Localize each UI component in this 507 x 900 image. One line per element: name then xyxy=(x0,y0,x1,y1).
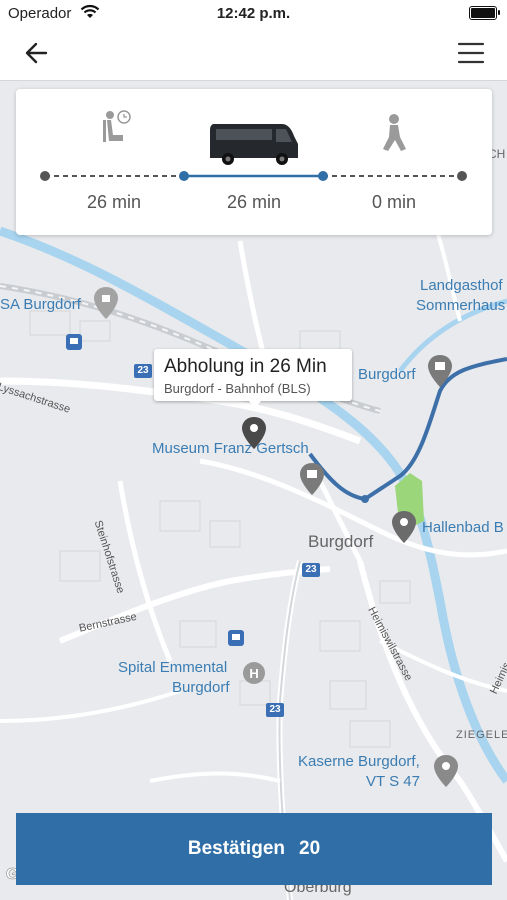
map-label-landgasthof: Landgasthof xyxy=(420,277,503,294)
map-label-ziegelei: ZIEGELEI xyxy=(456,729,507,741)
route-shield: 23 xyxy=(134,364,152,378)
train-station-icon-2 xyxy=(228,630,244,646)
callout-subtitle: Burgdorf - Bahnhof (BLS) xyxy=(164,381,311,396)
map-label-burgdorf-poi: Burgdorf xyxy=(358,366,416,383)
walk-duration: 0 min xyxy=(371,192,416,212)
ride-duration: 26 min xyxy=(226,192,282,212)
map-label-museum: Museum Franz Gertsch xyxy=(152,440,309,457)
hospital-pin-icon: H xyxy=(243,662,265,684)
navigation-bar xyxy=(0,26,507,81)
callout-pointer xyxy=(248,400,262,408)
confirm-count: 20 xyxy=(299,838,321,859)
wait-duration: 26 min xyxy=(86,192,142,212)
walking-person-icon xyxy=(383,114,406,151)
timeline-end-dot xyxy=(457,171,467,181)
back-arrow-icon[interactable] xyxy=(20,36,54,70)
timeline-dropoff-dot xyxy=(318,171,328,181)
wait-seat-clock-icon xyxy=(103,110,131,142)
callout-title: Abholung in 26 Min xyxy=(164,356,327,377)
timeline-start-dot xyxy=(40,171,50,181)
svg-text:H: H xyxy=(249,666,258,681)
trip-timeline xyxy=(40,110,467,181)
map-label-spital: Spital Emmental xyxy=(118,659,228,676)
confirm-label: Bestätigen xyxy=(187,838,285,859)
route-shield: 23 xyxy=(266,703,284,717)
map-label-spital-burgdorf: Burgdorf xyxy=(172,679,230,696)
map-label-burgdorf-town: Burgdorf xyxy=(308,532,374,551)
map-label-sa-burgdorf: SA Burgdorf xyxy=(0,296,81,313)
confirm-button[interactable]: Bestätigen 20 xyxy=(16,813,492,885)
hamburger-menu-icon[interactable] xyxy=(457,40,485,66)
timeline-pickup-dot xyxy=(179,171,189,181)
map-label-hallenbad: Hallenbad B xyxy=(422,519,504,536)
pickup-callout[interactable]: Abholung in 26 Min Burgdorf - Bahnhof (B… xyxy=(154,349,352,408)
status-time: 12:42 p.m. xyxy=(216,5,291,22)
map-label-kaserne-vts: VT S 47 xyxy=(366,773,420,790)
train-station-icon xyxy=(66,334,82,350)
trip-summary-card: 26 min 26 min 0 min xyxy=(16,89,492,235)
map-label-kaserne: Kaserne Burgdorf, xyxy=(298,753,420,770)
route-shield: 23 xyxy=(302,563,320,577)
status-bar: Operador 12:42 p.m. xyxy=(0,0,507,26)
minibus-icon xyxy=(210,124,298,165)
battery-icon xyxy=(469,6,500,20)
map-label-sommerhaus: Sommerhaus xyxy=(416,297,506,314)
